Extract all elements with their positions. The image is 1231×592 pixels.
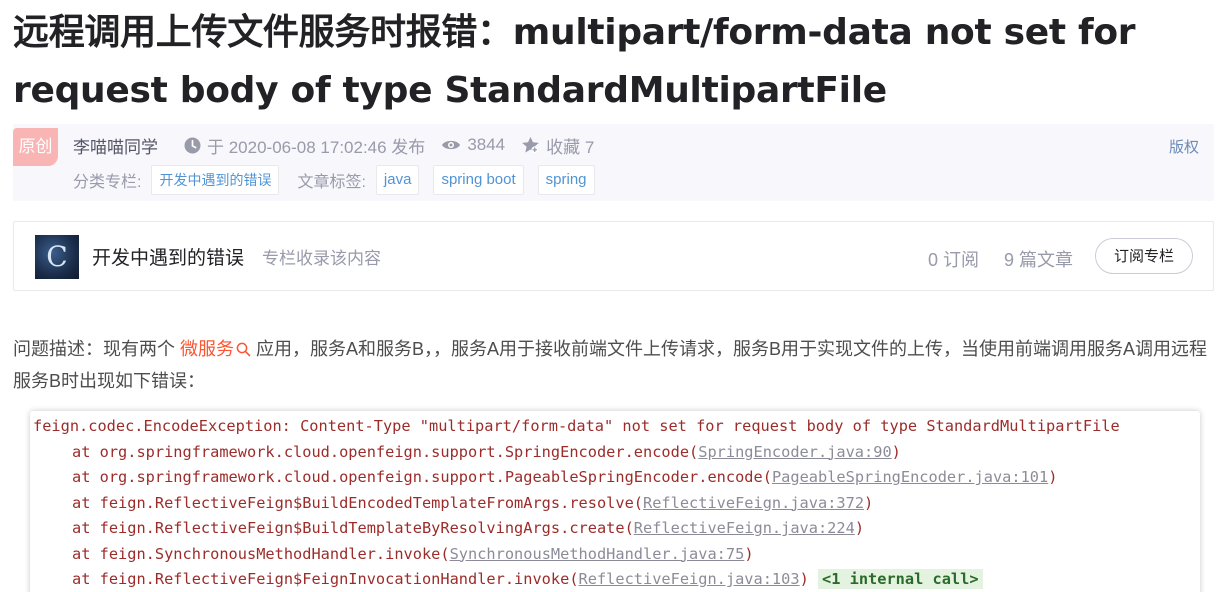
problem-description: 问题描述：现有两个 微服务 应用，服务A和服务B，，服务A用于接收前端文件上传请… — [13, 333, 1218, 397]
stack-frame: at feign.SynchronousMethodHandler.invoke… — [30, 542, 1200, 568]
favorite-count[interactable]: 收藏 7 — [521, 133, 594, 158]
tag-java[interactable]: java — [375, 165, 420, 195]
frame-method: at org.springframework.cloud.openfeign.s… — [72, 468, 772, 486]
frame-method: at org.springframework.cloud.openfeign.s… — [72, 442, 699, 461]
category-label: 分类专栏: — [73, 174, 142, 191]
stack-frame: at feign.ReflectiveFeign$FeignInvocation… — [30, 567, 1200, 592]
star-icon — [522, 136, 539, 154]
meta-row-info: 李喵喵同学 于 2020-06-08 17:02:46 发布 3844 收藏 7 — [73, 133, 610, 157]
frame-source-link[interactable]: SynchronousMethodHandler.java:75 — [450, 545, 745, 563]
copyright-link[interactable]: 版权 — [1169, 136, 1199, 157]
search-icon — [236, 342, 251, 357]
column-card: C 开发中遇到的错误 专栏收录该内容 0 订阅 9 篇文章 订阅专栏 — [13, 221, 1214, 291]
view-count-text: 3844 — [467, 135, 506, 154]
frame-source-link[interactable]: SpringEncoder.java:90 — [698, 443, 891, 461]
tags-label: 文章标签: — [297, 174, 366, 191]
column-name[interactable]: 开发中遇到的错误 — [92, 243, 244, 270]
stack-frame: at org.springframework.cloud.openfeign.s… — [30, 440, 1200, 466]
article-meta: 原创 李喵喵同学 于 2020-06-08 17:02:46 发布 3844 收… — [13, 124, 1214, 201]
author-link[interactable]: 李喵喵同学 — [73, 133, 158, 158]
column-stats: 0 订阅 9 篇文章 — [928, 246, 1098, 272]
category-tag[interactable]: 开发中遇到的错误 — [151, 165, 280, 195]
frame-suffix: ) — [854, 519, 865, 537]
subscribe-column-button[interactable]: 订阅专栏 — [1095, 238, 1193, 274]
favorite-count-text: 收藏 7 — [546, 137, 595, 157]
eye-icon — [442, 140, 461, 150]
frame-suffix: ) — [799, 570, 818, 588]
frame-source-link[interactable]: ReflectiveFeign.java:224 — [634, 519, 855, 537]
column-subscribers: 0 订阅 — [928, 250, 980, 270]
publish-time: 于 2020-06-08 17:02:46 发布 — [184, 133, 425, 158]
article-title: 远程调用上传文件服务时报错：multipart/form-data not se… — [13, 12, 1136, 111]
column-desc: 专栏收录该内容 — [262, 249, 381, 268]
clock-icon — [184, 137, 201, 153]
frame-source-link[interactable]: PageableSpringEncoder.java:101 — [772, 468, 1048, 486]
publish-time-text: 于 2020-06-08 17:02:46 发布 — [207, 137, 426, 157]
meta-row-tags: 分类专栏: 开发中遇到的错误 文章标签: java spring boot sp… — [73, 165, 609, 195]
para-prefix: 问题描述：现有两个 — [13, 339, 181, 359]
keyword-link[interactable]: 微服务 — [180, 339, 251, 359]
column-avatar[interactable]: C — [35, 235, 79, 279]
tag-spring-boot[interactable]: spring boot — [433, 165, 524, 195]
original-badge: 原创 — [13, 128, 58, 166]
frame-suffix: ) — [744, 544, 754, 563]
frame-method: at feign.ReflectiveFeign$BuildEncodedTem… — [72, 493, 643, 512]
frame-method: at feign.SynchronousMethodHandler.invoke… — [72, 544, 450, 563]
frame-source-link[interactable]: ReflectiveFeign.java:103 — [579, 570, 800, 588]
stack-frame: at feign.ReflectiveFeign$BuildEncodedTem… — [30, 491, 1200, 517]
column-articles: 9 篇文章 — [1004, 250, 1074, 270]
stack-frame: at org.springframework.cloud.openfeign.s… — [30, 465, 1200, 491]
keyword-text: 微服务 — [180, 339, 235, 359]
frame-suffix: ) — [891, 442, 901, 461]
internal-call-fold[interactable]: <1 internal call> — [817, 569, 983, 589]
frame-suffix: ) — [1048, 468, 1058, 486]
view-count: 3844 — [441, 135, 505, 155]
frame-source-link[interactable]: ReflectiveFeign.java:372 — [643, 494, 864, 512]
stack-frame: at feign.ReflectiveFeign$BuildTemplateBy… — [30, 516, 1200, 542]
frame-method: at feign.ReflectiveFeign$FeignInvocation… — [72, 570, 579, 588]
frame-method: at feign.ReflectiveFeign$BuildTemplateBy… — [72, 519, 634, 537]
code-block: feign.codec.EncodeException: Content-Typ… — [30, 411, 1200, 592]
frame-suffix: ) — [864, 493, 874, 512]
tag-spring[interactable]: spring — [537, 165, 595, 195]
exception-line: feign.codec.EncodeException: Content-Typ… — [33, 417, 1120, 435]
